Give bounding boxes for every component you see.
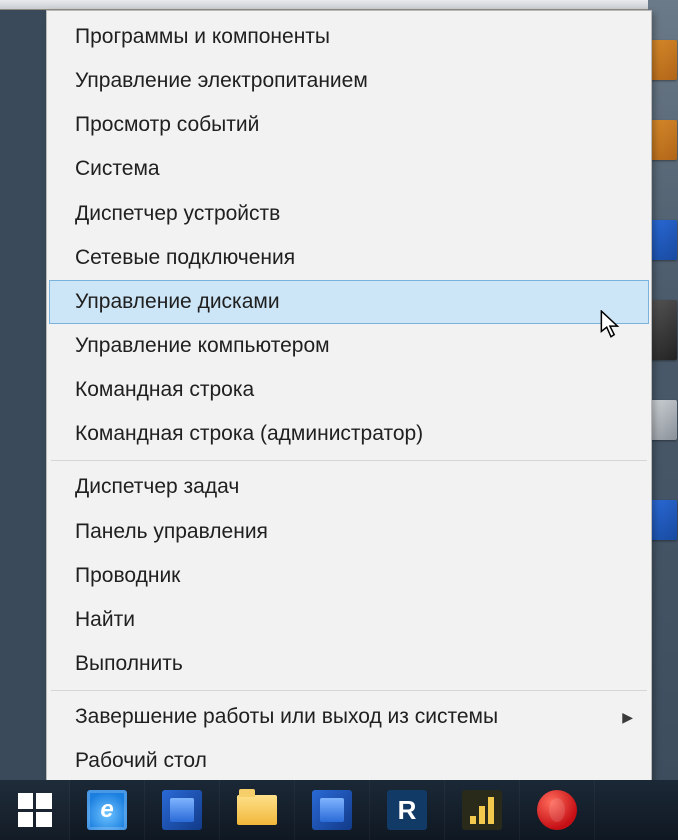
taskbar-button-opera[interactable] [520,780,595,840]
taskbar-button-explorer[interactable] [220,780,295,840]
menu-item-label: Проводник [75,564,180,587]
menu-item-label: Система [75,157,160,180]
menu-item-desktop[interactable]: Рабочий стол [49,739,649,783]
menu-separator [51,460,647,461]
menu-item-label: Рабочий стол [75,749,207,772]
taskbar-button-equalizer[interactable] [445,780,520,840]
menu-item-label: Управление электропитанием [75,69,368,92]
taskbar-button-r[interactable]: R [370,780,445,840]
menu-item-computer-management[interactable]: Управление компьютером [49,324,649,368]
taskbar-button-ie[interactable] [70,780,145,840]
window-title-bar [0,0,678,10]
menu-item-command-prompt[interactable]: Командная строка [49,368,649,412]
winx-context-menu: Программы и компоненты Управление электро… [46,10,652,788]
menu-item-label: Сетевые подключения [75,246,295,269]
menu-item-label: Программы и компоненты [75,25,330,48]
app-icon [312,790,352,830]
menu-item-task-manager[interactable]: Диспетчер задач [49,465,649,509]
desktop-icon [649,300,677,360]
menu-item-label: Диспетчер устройств [75,202,280,225]
menu-item-disk-management[interactable]: Управление дисками [49,280,649,324]
bars-icon [462,790,502,830]
menu-item-power-options[interactable]: Управление электропитанием [49,59,649,103]
menu-item-label: Диспетчер задач [75,475,239,498]
menu-item-label: Просмотр событий [75,113,259,136]
menu-item-label: Управление дисками [75,290,280,313]
taskbar-button-app[interactable] [145,780,220,840]
windows-logo-icon [18,793,52,827]
menu-item-label: Найти [75,608,135,631]
menu-item-label: Выполнить [75,652,183,675]
menu-item-programs-and-features[interactable]: Программы и компоненты [49,15,649,59]
menu-item-control-panel[interactable]: Панель управления [49,510,649,554]
folder-icon [237,795,277,825]
desktop-icon [649,220,677,260]
desktop-icon [649,400,677,440]
menu-item-label: Командная строка (администратор) [75,422,423,445]
start-button[interactable] [0,780,70,840]
desktop-icon [649,120,677,160]
menu-item-label: Командная строка [75,378,254,401]
menu-item-run[interactable]: Выполнить [49,642,649,686]
menu-item-system[interactable]: Система [49,147,649,191]
menu-item-label: Завершение работы или выход из системы [75,705,498,728]
menu-item-search[interactable]: Найти [49,598,649,642]
internet-explorer-icon [87,790,127,830]
desktop-icon [649,500,677,540]
menu-item-device-manager[interactable]: Диспетчер устройств [49,192,649,236]
menu-item-command-prompt-admin[interactable]: Командная строка (администратор) [49,412,649,456]
menu-item-network-connections[interactable]: Сетевые подключения [49,236,649,280]
taskbar: R [0,780,678,840]
desktop-background-strip [648,0,678,780]
desktop-icon [649,40,677,80]
app-icon [162,790,202,830]
letter-r-icon: R [387,790,427,830]
menu-item-label: Панель управления [75,520,268,543]
menu-item-label: Управление компьютером [75,334,330,357]
menu-item-explorer[interactable]: Проводник [49,554,649,598]
menu-item-event-viewer[interactable]: Просмотр событий [49,103,649,147]
menu-item-shutdown-signout[interactable]: Завершение работы или выход из системы ▶ [49,695,649,739]
menu-separator [51,690,647,691]
opera-icon [537,790,577,830]
taskbar-button-app[interactable] [295,780,370,840]
submenu-arrow-icon: ▶ [622,709,633,725]
